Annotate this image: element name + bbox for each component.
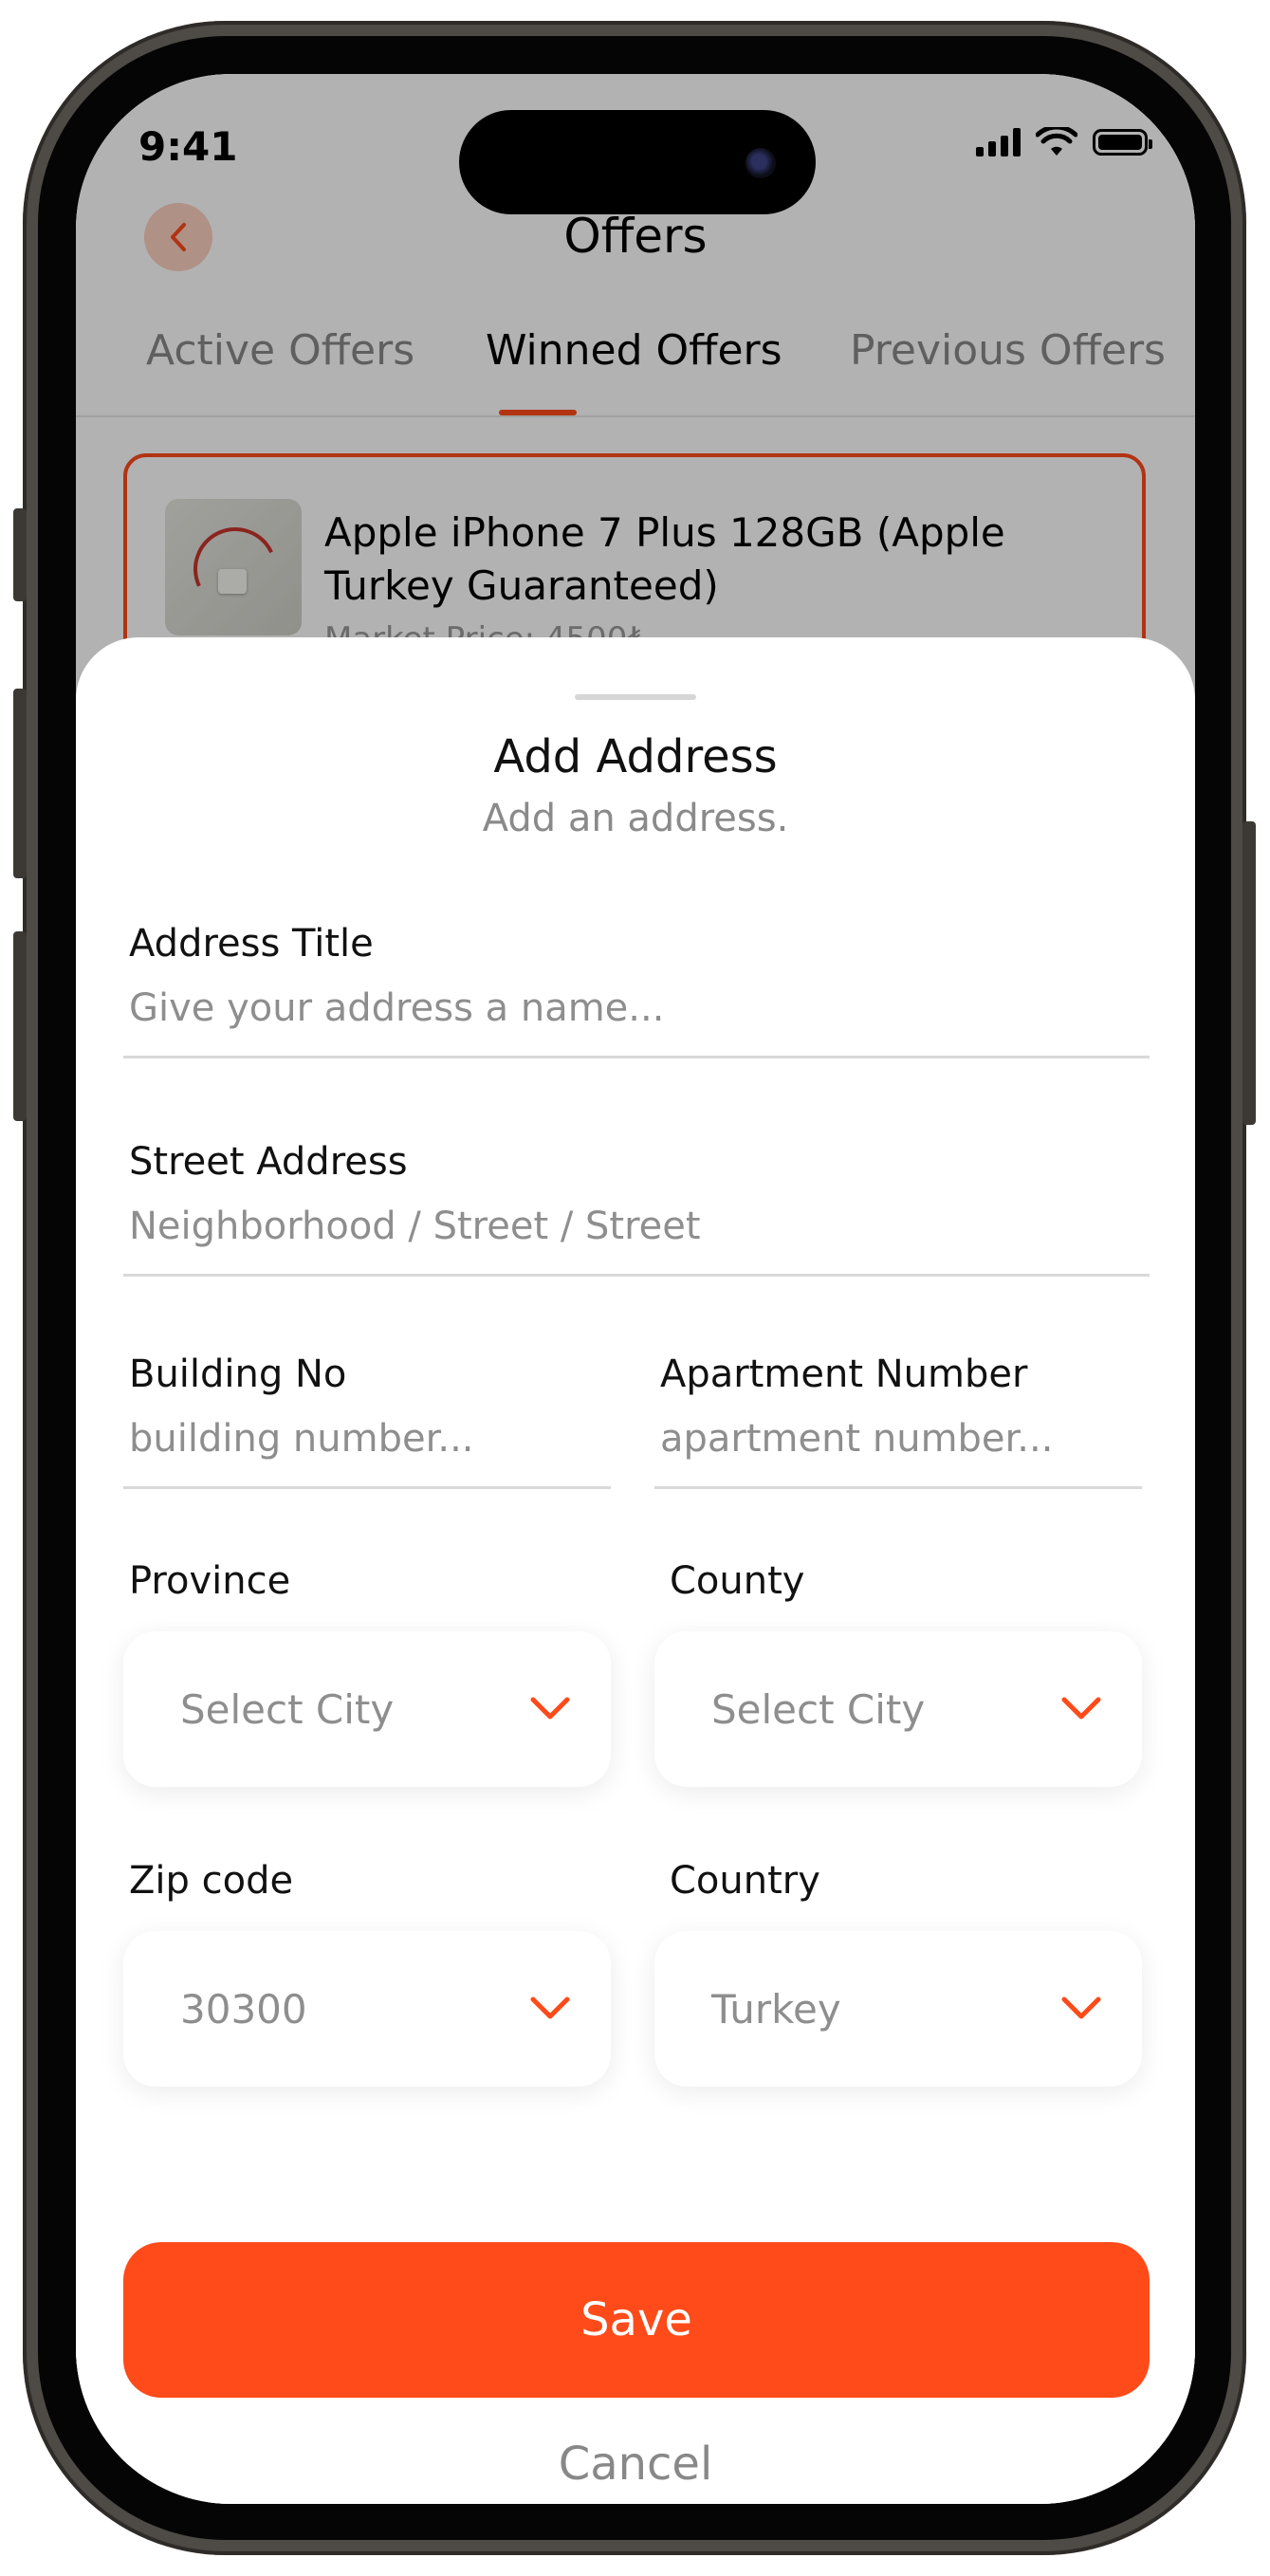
zip-code-value: 30300 — [180, 1985, 307, 2033]
country-value: Turkey — [711, 1985, 841, 2033]
camera-icon — [745, 148, 776, 178]
chevron-down-icon — [1061, 1996, 1101, 2019]
street-address-input[interactable] — [123, 1199, 1150, 1277]
cancel-button[interactable]: Cancel — [76, 2438, 1195, 2491]
chevron-down-icon — [530, 1996, 570, 2019]
building-no-label: Building No — [129, 1352, 347, 1396]
province-value: Select City — [180, 1685, 395, 1733]
street-address-label: Street Address — [129, 1140, 408, 1184]
apartment-number-input[interactable] — [654, 1411, 1142, 1489]
chevron-down-icon — [530, 1697, 570, 1720]
sheet-subtitle: Add an address. — [482, 797, 789, 840]
address-title-label: Address Title — [129, 922, 374, 966]
zip-code-label: Zip code — [129, 1859, 294, 1903]
screen: 9:41 Offers Active Offers Winned Offers … — [76, 74, 1195, 2504]
volume-up-button — [13, 689, 27, 878]
zip-code-select[interactable]: 30300 — [123, 1931, 611, 2087]
province-label: Province — [129, 1559, 291, 1603]
add-address-sheet: Add Address Add an address. Address Titl… — [76, 637, 1195, 2504]
apartment-number-label: Apartment Number — [660, 1352, 1028, 1396]
province-select[interactable]: Select City — [123, 1631, 611, 1787]
county-select[interactable]: Select City — [654, 1631, 1142, 1787]
address-title-input[interactable] — [123, 981, 1150, 1058]
power-button — [1242, 821, 1256, 1125]
country-label: Country — [670, 1859, 820, 1903]
action-button — [13, 508, 27, 601]
country-select[interactable]: Turkey — [654, 1931, 1142, 2087]
volume-down-button — [13, 931, 27, 1121]
county-value: Select City — [711, 1685, 926, 1733]
sheet-drag-handle[interactable] — [575, 694, 696, 700]
building-no-input[interactable] — [123, 1411, 611, 1489]
sheet-title: Add Address — [493, 730, 778, 783]
county-label: County — [670, 1559, 805, 1603]
chevron-down-icon — [1061, 1697, 1101, 1720]
save-button[interactable]: Save — [123, 2242, 1150, 2398]
dynamic-island — [459, 110, 816, 214]
